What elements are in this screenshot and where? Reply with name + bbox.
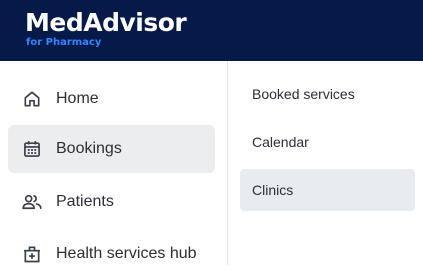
submenu-item-booked-services[interactable]: Booked services: [240, 73, 415, 115]
people-icon: [21, 191, 43, 213]
sidebar-item-label: Patients: [56, 193, 114, 210]
sidebar-item-label: Bookings: [56, 140, 122, 157]
submenu-item-label: Booked services: [252, 86, 355, 102]
brand-logo-name[interactable]: MedAdvisor: [25, 7, 187, 39]
calendar-icon: [21, 138, 43, 160]
sidebar-item-patients[interactable]: Patients: [8, 178, 215, 226]
app-header: MedAdvisor for Pharmacy: [0, 0, 423, 61]
brand-logo-subtitle: for Pharmacy: [26, 37, 102, 48]
bookings-submenu: Booked services Calendar Clinics: [228, 61, 423, 265]
sidebar-item-bookings[interactable]: Bookings: [8, 125, 215, 173]
sidebar-nav: Home Bookings Patients Health services h…: [0, 61, 228, 265]
submenu-item-label: Clinics: [252, 182, 294, 198]
home-icon: [21, 88, 43, 110]
sidebar-item-label: Home: [56, 90, 99, 107]
submenu-item-label: Calendar: [252, 134, 309, 150]
submenu-item-clinics[interactable]: Clinics: [240, 169, 415, 211]
sidebar-item-home[interactable]: Home: [8, 75, 215, 123]
health-services-icon: [21, 243, 43, 265]
sidebar-item-label: Health services hub: [56, 245, 197, 262]
submenu-item-calendar[interactable]: Calendar: [240, 121, 415, 163]
sidebar-item-health-services-hub[interactable]: Health services hub: [8, 230, 215, 278]
